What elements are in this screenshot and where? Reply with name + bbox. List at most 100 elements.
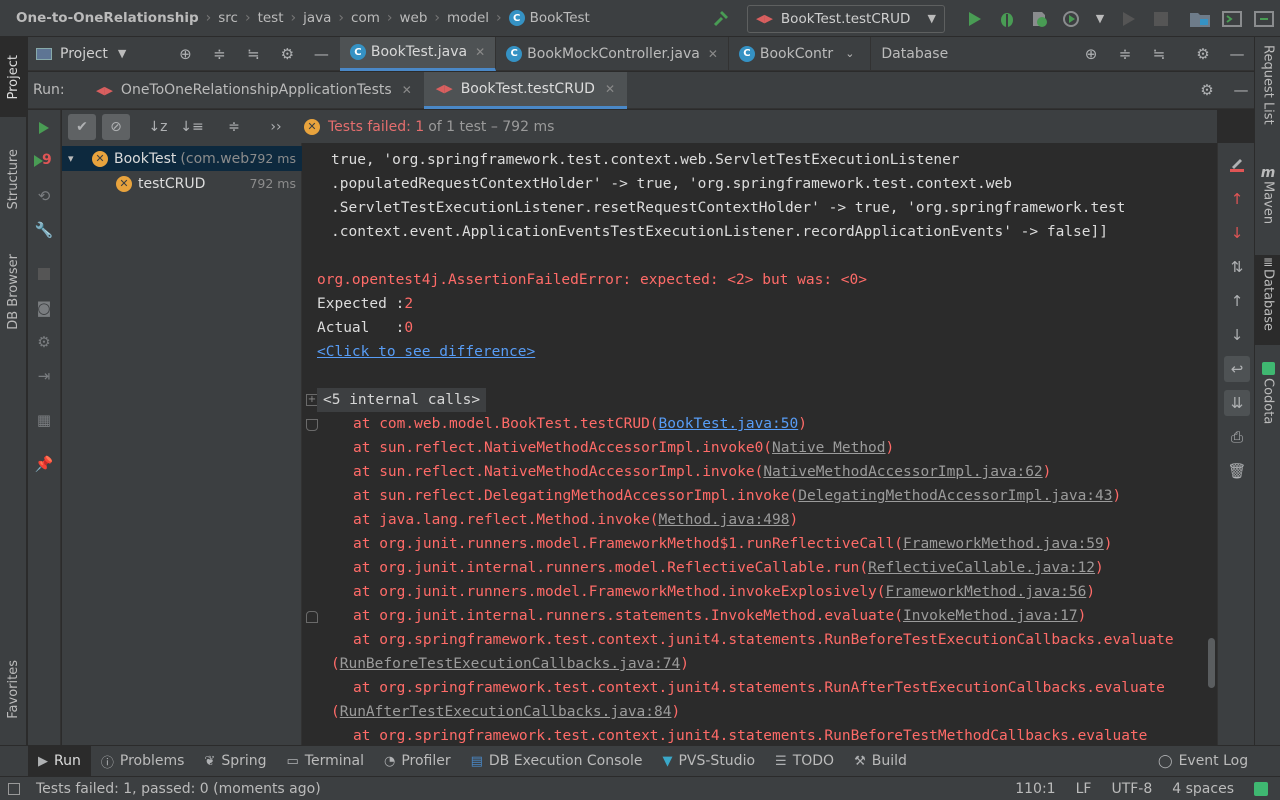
toggle-auto-test-icon[interactable]: ⟲ [32,184,56,208]
clear-highlight-icon[interactable] [1224,151,1250,177]
run-configuration-select[interactable]: ◀▶ BookTest.testCRUD ▼ [747,4,945,33]
layout-icon[interactable]: ▦ [32,408,56,432]
gear-icon[interactable]: ⚙ [274,41,300,67]
gear-icon[interactable]: ⚙ [1194,77,1220,103]
vcs-icon[interactable] [1253,8,1275,30]
scroll-up-icon[interactable]: ↑ [1224,288,1250,314]
chevron-down-icon[interactable]: ▼ [118,47,126,60]
locate-icon[interactable]: ⊕ [172,41,198,67]
bottom-tab-run[interactable]: ▶ Run [28,745,91,777]
click-to-see-difference-link[interactable]: <Click to see difference> [317,344,535,360]
internal-calls-fold[interactable]: <5 internal calls> [317,388,487,412]
editor-tab[interactable]: C BookMockController.java ✕ [496,36,729,71]
run-icon[interactable] [964,8,986,30]
source-link[interactable]: ReflectiveCallable.java:12 [868,560,1095,576]
source-link[interactable]: BookTest.java:50 [659,416,799,432]
bottom-tab-pvs-studio[interactable]: ▼ PVS-Studio [652,746,765,777]
bottom-tab-problems[interactable]: ⓘ Problems [91,746,195,777]
tool-tab-maven[interactable]: m Maven [1255,165,1280,245]
locate-icon[interactable]: ⊕ [1078,41,1104,67]
bottom-tab-db-execution-console[interactable]: ▤ DB Execution Console [461,746,653,777]
terminal-icon[interactable] [1221,8,1243,30]
breadcrumb-item[interactable]: web [399,10,427,26]
pin-icon[interactable]: 📌 [32,452,56,476]
rerun-failed-icon[interactable]: 9 [32,150,56,174]
close-icon[interactable]: ✕ [605,82,615,96]
expand-all-icon[interactable]: ≑ [206,41,232,67]
wrench-icon[interactable]: 🔧 [32,218,56,242]
stop-icon[interactable] [32,262,56,286]
source-link[interactable]: Method.java:498 [659,512,790,528]
hide-icon[interactable]: — [1224,41,1250,67]
indent-setting[interactable]: 4 spaces [1172,781,1234,797]
rerun-icon[interactable] [1118,8,1140,30]
tool-tab-codota[interactable]: Codota [1255,362,1280,442]
coverage-icon[interactable] [1028,8,1050,30]
build-hammer-icon[interactable] [710,8,732,30]
collapse-all-icon[interactable]: ≒ [1146,41,1172,67]
hide-icon[interactable]: — [1228,77,1254,103]
test-tree-item[interactable]: ✕ testCRUD 792 ms [62,171,302,196]
breadcrumb-item[interactable]: src [218,10,238,26]
editor-tab[interactable]: C BookContr ⌄ [729,37,865,71]
expand-all-icon[interactable]: ≑ [1112,41,1138,67]
file-encoding[interactable]: UTF-8 [1111,781,1152,797]
close-icon[interactable]: ✕ [708,47,718,61]
tool-tab-database[interactable]: ≣ Database [1255,255,1280,345]
stop-icon[interactable] [1150,8,1172,30]
settings-gear-icon[interactable]: ⚙ [32,330,56,354]
hide-icon[interactable]: — [308,41,334,67]
next-failure-icon[interactable]: ↓ [1224,220,1250,246]
scroll-down-icon[interactable]: ↓ [1224,322,1250,348]
previous-failure-icon[interactable]: ↑ [1224,186,1250,212]
fold-icon[interactable] [306,419,318,431]
debug-icon[interactable] [996,8,1018,30]
fold-icon[interactable] [306,611,318,623]
soft-wrap-icon[interactable]: ↩ [1224,356,1250,382]
caret-position[interactable]: 110:1 [1015,781,1055,797]
tool-tab-structure[interactable]: Structure [0,132,27,227]
scroll-to-end-icon[interactable]: ⇊ [1224,390,1250,416]
sort-icon[interactable]: ⇅ [1224,254,1250,280]
breadcrumb-item[interactable]: java [303,10,331,26]
more-icon[interactable]: ›› [262,114,290,140]
close-icon[interactable]: ✕ [402,83,412,97]
console-output[interactable]: true, 'org.springframework.test.context.… [303,143,1217,745]
close-icon[interactable]: ✕ [475,45,485,59]
bottom-tab-spring[interactable]: ❦ Spring [194,746,276,777]
source-link[interactable]: NativeMethodAccessorImpl.java:62 [763,464,1042,480]
print-icon[interactable]: ⎙ [1224,424,1250,450]
run-tab[interactable]: ◀▶ BookTest.testCRUD ✕ [423,71,628,109]
more-run-options-icon[interactable]: ▼ [1089,8,1111,30]
source-link[interactable]: DelegatingMethodAccessorImpl.java:43 [798,488,1112,504]
breadcrumb-item[interactable]: One-to-OneRelationship [16,10,199,26]
source-link[interactable]: FrameworkMethod.java:59 [903,536,1104,552]
tool-tab-db-browser[interactable]: DB Browser [0,237,27,347]
source-link[interactable]: RunBeforeTestExecutionCallbacks.java:74 [340,656,680,672]
source-link[interactable]: InvokeMethod.java:17 [903,608,1078,624]
breadcrumb-item[interactable]: model [447,10,489,26]
show-passed-icon[interactable]: ✔ [68,113,96,140]
bottom-tab-todo[interactable]: ☰ TODO [765,746,844,777]
collapse-all-icon[interactable]: ≒ [240,41,266,67]
chevron-down-icon[interactable]: ▾ [68,152,82,165]
tool-tab-request-list[interactable]: Request List [1255,45,1280,155]
gear-icon[interactable]: ⚙ [1190,41,1216,67]
show-ignored-icon[interactable]: ⊘ [102,113,130,140]
bottom-tab-profiler[interactable]: ◔ Profiler [374,746,461,777]
project-view-select[interactable]: Project [60,46,108,62]
trash-icon[interactable]: 🗑 [1224,458,1250,484]
expand-all-icon[interactable]: ≑ [220,114,248,140]
scrollbar-thumb[interactable] [1208,638,1215,688]
bottom-tab-terminal[interactable]: ▭ Terminal [277,746,374,777]
bottom-tab-build[interactable]: ⚒ Build [844,746,917,777]
chevron-down-icon[interactable]: ⌄ [845,47,854,60]
codota-status-icon[interactable] [1254,782,1268,796]
panel-toggle-icon[interactable] [8,782,20,795]
breadcrumb-item[interactable]: test [258,10,284,26]
exit-icon[interactable]: ⇥ [32,364,56,388]
camera-icon[interactable]: ◙ [32,296,56,320]
profile-icon[interactable] [1060,8,1082,30]
breadcrumb-item[interactable]: BookTest [530,10,590,26]
status-message[interactable]: Tests failed: 1, passed: 0 (moments ago) [36,781,321,797]
